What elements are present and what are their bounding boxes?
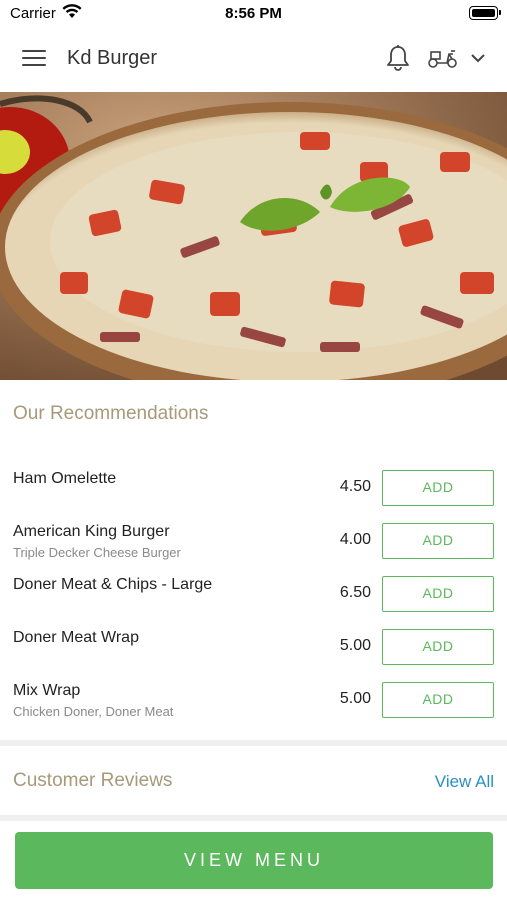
view-menu-button[interactable]: VIEW MENU xyxy=(15,832,493,889)
menu-item: Doner Meat & Chips - Large 6.50 ADD xyxy=(0,576,507,628)
add-button[interactable]: ADD xyxy=(382,629,494,665)
item-price: 4.50 xyxy=(339,478,371,495)
menu-item: Doner Meat Wrap 5.00 ADD xyxy=(0,629,507,681)
add-button[interactable]: ADD xyxy=(382,470,494,506)
reviews-title: Customer Reviews xyxy=(13,770,173,791)
item-description: Chicken Doner, Doner Meat xyxy=(13,704,174,719)
menu-item: Mix Wrap Chicken Doner, Doner Meat 5.00 … xyxy=(0,682,507,734)
item-price: 5.00 xyxy=(339,690,371,707)
item-name: Doner Meat & Chips - Large xyxy=(13,576,213,593)
item-name: Ham Omelette xyxy=(13,470,117,487)
recommendations-title: Our Recommendations xyxy=(13,403,209,424)
view-all-link[interactable]: View All xyxy=(435,772,494,792)
hero-image xyxy=(0,92,507,380)
item-name: American King Burger xyxy=(13,523,170,540)
add-button[interactable]: ADD xyxy=(382,682,494,718)
status-time: 8:56 PM xyxy=(225,5,282,22)
item-name: Doner Meat Wrap xyxy=(13,629,139,646)
menu-item: American King Burger Triple Decker Chees… xyxy=(0,523,507,575)
item-name: Mix Wrap xyxy=(13,682,81,699)
page-title: Kd Burger xyxy=(67,47,158,69)
battery-icon xyxy=(469,6,501,20)
status-bar: Carrier 8:56 PM xyxy=(0,0,507,26)
section-divider xyxy=(0,815,507,821)
section-divider xyxy=(0,740,507,746)
chevron-down-icon[interactable] xyxy=(470,51,486,69)
app-header: Kd Burger xyxy=(0,26,507,92)
scooter-icon[interactable] xyxy=(427,46,459,75)
item-price: 5.00 xyxy=(339,637,371,654)
item-description: Triple Decker Cheese Burger xyxy=(13,545,181,560)
bell-icon[interactable] xyxy=(385,44,411,77)
item-price: 6.50 xyxy=(339,584,371,601)
menu-icon[interactable] xyxy=(22,50,46,68)
menu-item: Ham Omelette 4.50 ADD xyxy=(0,470,507,522)
add-button[interactable]: ADD xyxy=(382,576,494,612)
add-button[interactable]: ADD xyxy=(382,523,494,559)
item-price: 4.00 xyxy=(339,531,371,548)
